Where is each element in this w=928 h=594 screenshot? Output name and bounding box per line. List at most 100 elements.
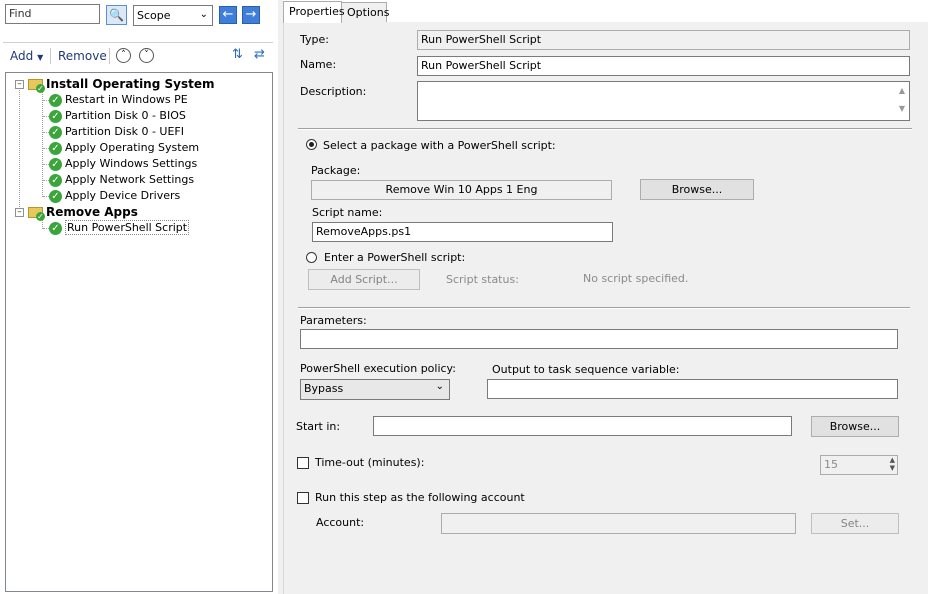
search-icon[interactable]: 🔍 (106, 5, 127, 25)
success-check-icon: ✓ (49, 93, 62, 107)
timeout-stepper[interactable]: 15 ▲ ▼ (820, 455, 898, 475)
success-check-icon: ✓ (49, 109, 62, 123)
move-up-icon[interactable]: ˄ (116, 48, 131, 63)
tree-group-install-os[interactable]: Install Operating System (28, 76, 215, 93)
toolbar-divider (3, 42, 273, 43)
tree-item-label: Remove Apps (46, 205, 138, 219)
timeout-label: Time-out (minutes): (315, 456, 425, 469)
account-label: Account: (316, 516, 365, 529)
package-browse-button[interactable]: Browse... (640, 179, 754, 200)
tree-item-label: Apply Windows Settings (65, 157, 198, 170)
success-check-icon: ✓ (49, 157, 62, 171)
properties-pane: Type: Run PowerShell Script Name: Run Po… (283, 0, 928, 594)
tree-line (42, 91, 43, 197)
find-input[interactable]: Find (5, 4, 100, 24)
description-input[interactable] (417, 81, 910, 121)
output-variable-label: Output to task sequence variable: (492, 363, 680, 376)
parameters-input[interactable] (300, 329, 898, 349)
type-label: Type: (300, 33, 329, 46)
success-check-icon: ✓ (49, 221, 62, 235)
add-menu-button[interactable]: Add ▼ (10, 49, 43, 63)
chevron-down-icon: ⌄ (199, 9, 208, 20)
tree-item[interactable]: ✓ Apply Device Drivers (49, 188, 180, 204)
success-check-icon: ✓ (49, 141, 62, 155)
success-check-icon: ✓ (49, 125, 62, 139)
tree-item[interactable]: ✓ Partition Disk 0 - UEFI (49, 124, 184, 140)
scope-select[interactable]: Scope ⌄ (133, 5, 213, 26)
tree-item-label: Partition Disk 0 - UEFI (65, 125, 184, 138)
output-variable-input[interactable] (487, 379, 898, 399)
collapse-toggle-icon[interactable]: – (15, 208, 24, 217)
tree-item[interactable]: ✓ Restart in Windows PE (49, 92, 188, 108)
tree-item-label: Restart in Windows PE (65, 93, 188, 106)
expand-all-icon[interactable]: ⇅ (232, 47, 243, 62)
start-in-input[interactable] (373, 416, 792, 436)
collapse-all-icon[interactable]: ⇄ (254, 47, 265, 62)
start-in-browse-button[interactable]: Browse... (811, 416, 899, 437)
execution-policy-label: PowerShell execution policy: (300, 362, 456, 375)
run-as-account-label: Run this step as the following account (315, 491, 525, 504)
back-arrow-icon[interactable]: ← (219, 6, 237, 24)
group-folder-icon (28, 207, 45, 221)
enter-script-radio[interactable] (306, 252, 317, 263)
move-down-icon[interactable]: ˅ (139, 48, 154, 63)
forward-arrow-icon[interactable]: → (242, 6, 260, 24)
name-input[interactable]: Run PowerShell Script (417, 56, 910, 76)
tree-line (19, 87, 20, 215)
tab-options[interactable]: Options (341, 2, 389, 22)
tree-item-label: Install Operating System (46, 77, 215, 91)
add-script-button[interactable]: Add Script... (308, 269, 420, 290)
section-separator (298, 307, 910, 309)
properties-tab-body: Type: Run PowerShell Script Name: Run Po… (283, 22, 928, 594)
remove-button[interactable]: Remove (58, 49, 107, 63)
package-label: Package: (311, 164, 361, 177)
tab-properties[interactable]: Properties (283, 1, 345, 23)
enter-script-label: Enter a PowerShell script: (324, 251, 466, 264)
tree-item[interactable]: ✓ Apply Network Settings (49, 172, 194, 188)
select-package-radio[interactable] (306, 139, 317, 150)
tree-item[interactable]: ✓ Apply Operating System (49, 140, 199, 156)
group-folder-icon (28, 79, 45, 93)
tree-item[interactable]: ✓ Apply Windows Settings (49, 156, 197, 172)
section-separator (298, 128, 912, 130)
tree-item-label: Partition Disk 0 - BIOS (65, 109, 186, 122)
script-status-label: Script status: (446, 273, 519, 286)
type-field: Run PowerShell Script (417, 30, 910, 50)
set-account-button[interactable]: Set... (811, 513, 899, 534)
tree-group-remove-apps[interactable]: Remove Apps (28, 204, 138, 221)
tree-item-selected[interactable]: ✓ Run PowerShell Script (49, 220, 190, 236)
timeout-checkbox[interactable] (297, 457, 309, 469)
execution-policy-select[interactable]: Bypass ⌄ (300, 379, 450, 400)
tree-item-label: Apply Device Drivers (65, 189, 181, 202)
toolbar-separator (109, 48, 110, 64)
success-check-icon: ✓ (49, 189, 62, 203)
scope-value: Scope (137, 9, 171, 22)
timeout-value: 15 (824, 458, 838, 471)
description-scrollbar[interactable]: ▲ ▼ (895, 82, 909, 120)
task-sequence-pane: Find 🔍 Scope ⌄ ← → Add ▼ Remove ˄ ˅ ⇅ ⇄ … (0, 0, 278, 594)
chevron-down-icon: ⌄ (435, 381, 444, 392)
task-sequence-tree: – Install Operating System ✓Restart in W… (5, 72, 273, 592)
run-as-account-checkbox[interactable] (297, 492, 309, 504)
script-status-value: No script specified. (583, 272, 689, 285)
description-label: Description: (300, 85, 367, 98)
tree-item-label: Apply Operating System (65, 141, 200, 154)
script-name-label: Script name: (312, 206, 383, 219)
package-field: Remove Win 10 Apps 1 Eng (311, 180, 612, 200)
name-label: Name: (300, 58, 337, 71)
collapse-toggle-icon[interactable]: – (15, 80, 24, 89)
success-check-icon: ✓ (49, 173, 62, 187)
start-in-label: Start in: (296, 420, 341, 433)
tree-item-label: Apply Network Settings (65, 173, 195, 186)
toolbar-separator (50, 48, 51, 64)
tree-item[interactable]: ✓ Partition Disk 0 - BIOS (49, 108, 186, 124)
script-name-input[interactable]: RemoveApps.ps1 (312, 222, 613, 242)
select-package-label: Select a package with a PowerShell scrip… (323, 139, 556, 152)
add-label: Add (10, 49, 34, 63)
execution-policy-value: Bypass (304, 382, 344, 395)
parameters-label: Parameters: (300, 314, 367, 327)
account-field (441, 513, 796, 534)
tree-item-label: Run PowerShell Script (65, 220, 190, 235)
spin-arrows-icon[interactable]: ▲ ▼ (890, 456, 895, 472)
dropdown-arrow-icon: ▼ (37, 53, 44, 62)
